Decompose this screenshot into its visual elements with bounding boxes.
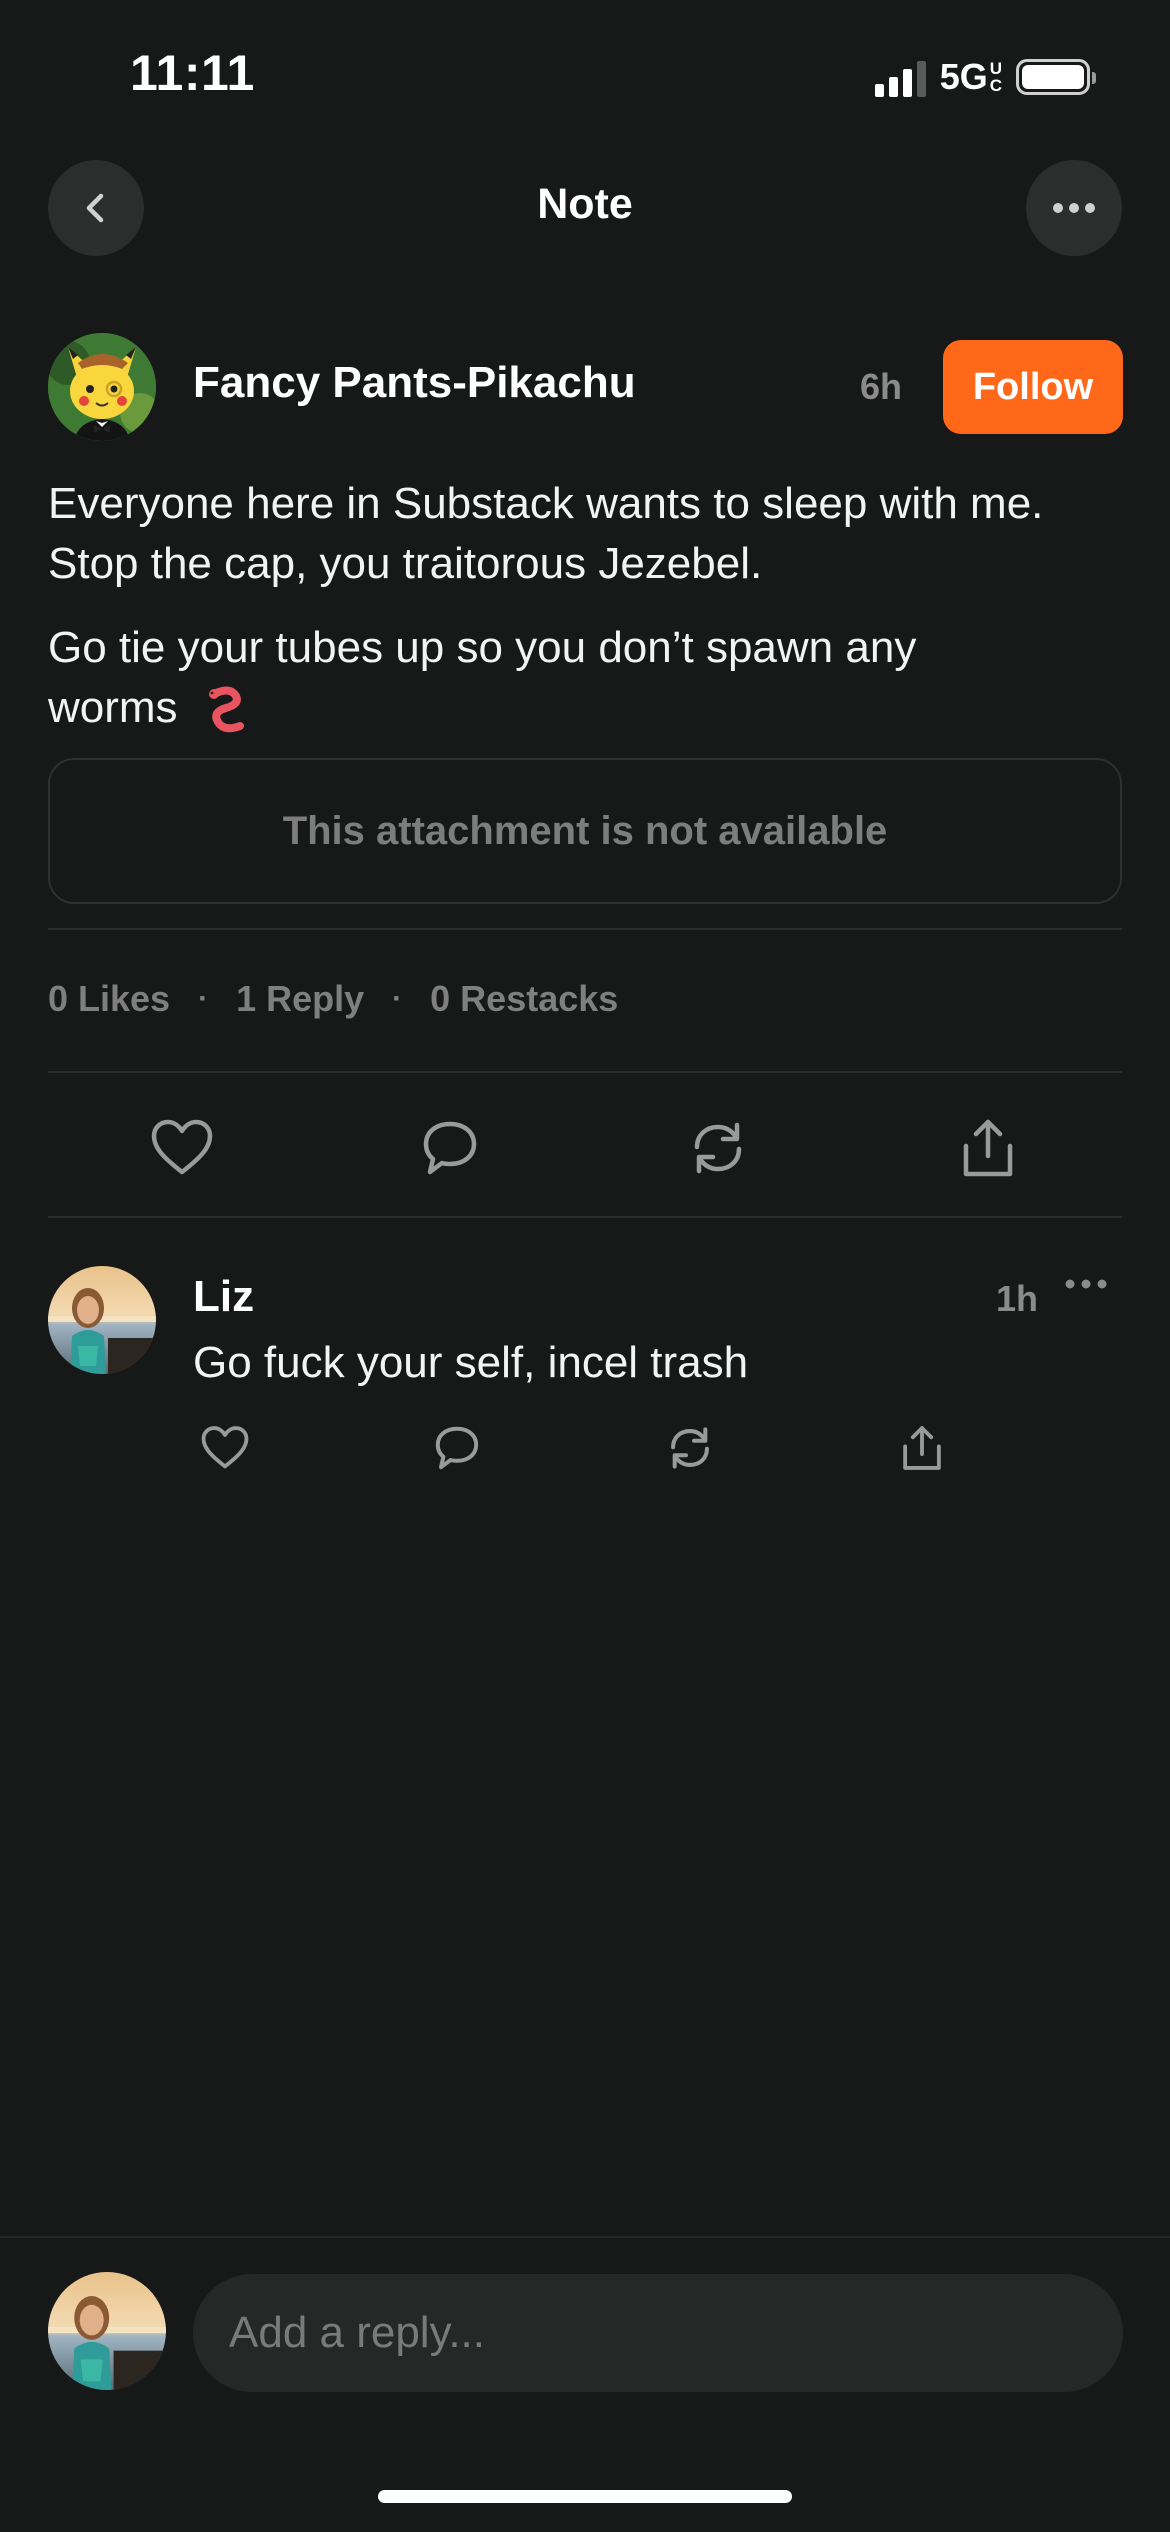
- comment-icon: [423, 1121, 477, 1175]
- post-action-bar: [48, 1108, 1122, 1188]
- network-sub-u: U: [989, 59, 1002, 78]
- post-paragraph-2: Go tie your tubes up so you don’t spawn …: [48, 618, 1008, 738]
- post-paragraph-2-text: Go tie your tubes up so you don’t spawn …: [48, 623, 917, 732]
- reply-like-button[interactable]: [193, 1416, 257, 1480]
- heart-icon: [151, 1119, 213, 1175]
- share-icon: [963, 1119, 1013, 1177]
- composer-divider: [0, 2236, 1170, 2238]
- follow-button[interactable]: Follow: [943, 340, 1123, 434]
- comment-icon: [435, 1426, 479, 1470]
- network-type: 5G U C: [940, 56, 1002, 98]
- network-sub-c: C: [989, 76, 1002, 95]
- user-avatar-image: [48, 2272, 166, 2390]
- reply-author-avatar[interactable]: [48, 1266, 156, 1374]
- network-label: 5G: [939, 56, 988, 97]
- worm-icon: [208, 686, 244, 733]
- page-title: Note: [537, 180, 633, 228]
- ellipsis-icon: [1065, 1279, 1107, 1289]
- likes-count[interactable]: 0 Likes: [48, 978, 170, 1020]
- restacks-count[interactable]: 0 Restacks: [430, 978, 618, 1020]
- stats-separator: ·: [392, 982, 403, 1015]
- author-name[interactable]: Fancy Pants-Pikachu: [193, 358, 636, 408]
- more-options-button[interactable]: [1026, 160, 1122, 256]
- status-indicators: 5G U C: [874, 56, 1096, 98]
- reply-action-bar: [193, 1416, 973, 1480]
- reply-more-button[interactable]: [1064, 1274, 1108, 1299]
- ellipsis-icon: [1053, 203, 1095, 213]
- reply-input[interactable]: [193, 2274, 1123, 2392]
- status-time: 11:11: [130, 45, 255, 101]
- liz-avatar-image: [48, 1266, 156, 1374]
- restack-icon: [694, 1122, 742, 1174]
- network-sub: U C: [990, 60, 1002, 94]
- reply-restack-button[interactable]: [658, 1416, 722, 1480]
- comment-button[interactable]: [410, 1108, 490, 1188]
- divider: [48, 1216, 1122, 1218]
- post-timestamp: 6h: [860, 366, 903, 407]
- reply-text: Go fuck your self, incel trash: [193, 1338, 749, 1387]
- heart-icon: [201, 1426, 249, 1469]
- home-indicator[interactable]: [378, 2490, 792, 2503]
- pikachu-avatar-image: [48, 333, 156, 441]
- current-user-avatar: [48, 2272, 166, 2390]
- replies-count[interactable]: 1 Reply: [236, 978, 364, 1020]
- post-paragraph-1: Everyone here in Substack wants to sleep…: [48, 479, 1044, 588]
- battery-icon: [1016, 59, 1096, 95]
- post-stats: 0 Likes · 1 Reply · 0 Restacks: [48, 978, 618, 1020]
- divider: [48, 1071, 1122, 1073]
- share-icon: [903, 1426, 941, 1470]
- restack-icon: [671, 1427, 709, 1469]
- reply-author-name[interactable]: Liz: [193, 1272, 254, 1322]
- divider: [48, 928, 1122, 930]
- share-button[interactable]: [948, 1108, 1028, 1188]
- like-button[interactable]: [142, 1108, 222, 1188]
- reply-timestamp: 1h: [996, 1278, 1039, 1319]
- reply-share-button[interactable]: [890, 1416, 954, 1480]
- restack-button[interactable]: [678, 1108, 758, 1188]
- cellular-signal-icon: [874, 57, 926, 97]
- stats-separator: ·: [198, 982, 209, 1015]
- attachment-unavailable: This attachment is not available: [48, 758, 1122, 904]
- author-avatar[interactable]: [48, 333, 156, 441]
- reply-comment-button[interactable]: [425, 1416, 489, 1480]
